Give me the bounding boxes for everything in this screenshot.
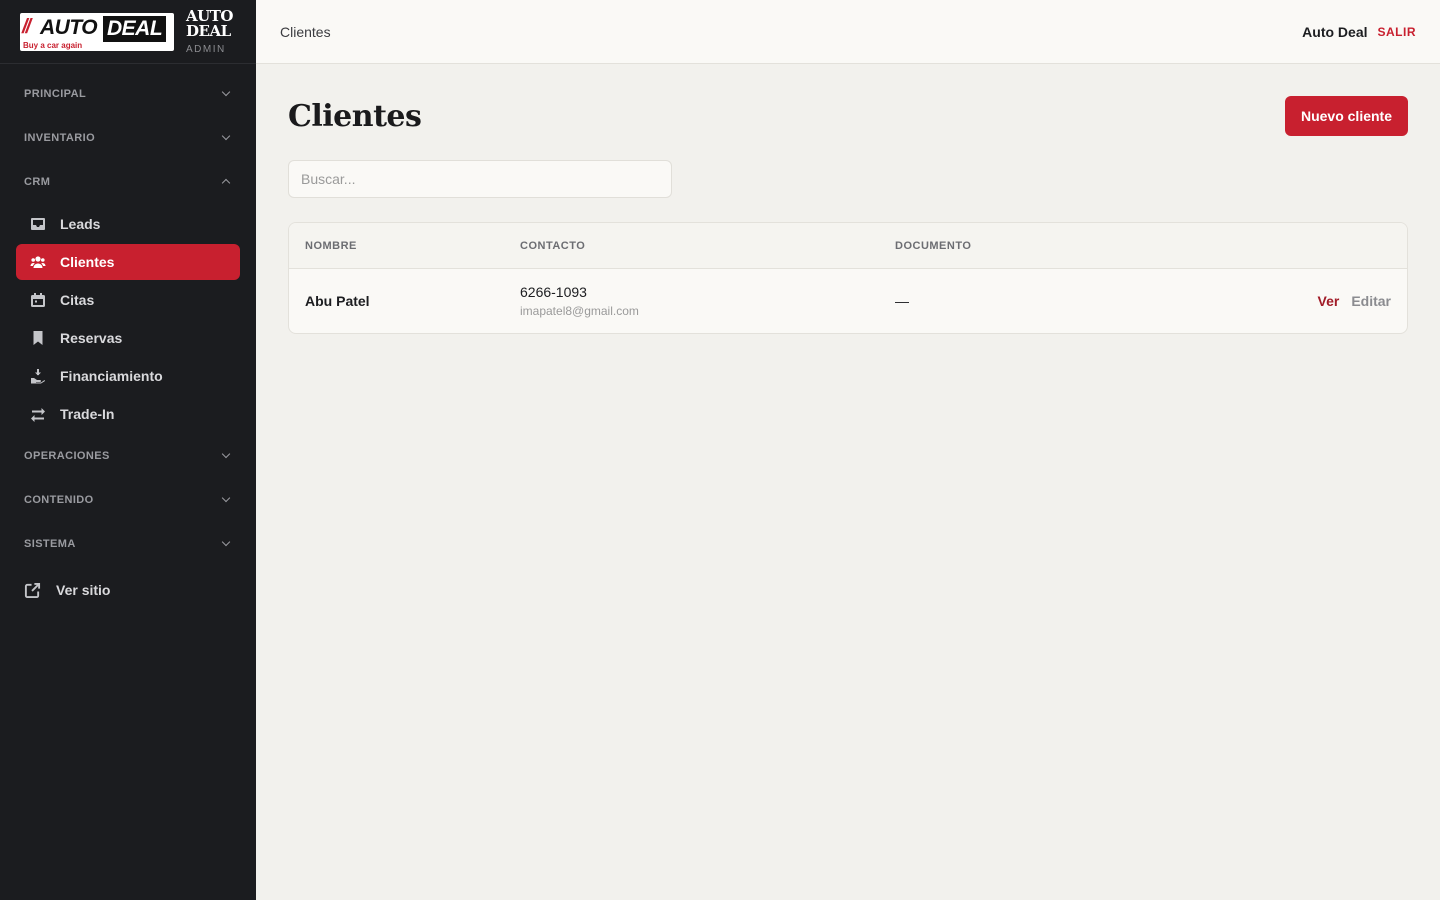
brand: // AUTO DEAL Buy a car again AUTO DEAL A… bbox=[0, 0, 256, 64]
exchange-icon bbox=[28, 404, 48, 424]
logo-auto: AUTO bbox=[40, 15, 98, 39]
brand-subtitle: ADMIN bbox=[186, 43, 226, 55]
sidebar-item-reservas[interactable]: Reservas bbox=[16, 320, 240, 356]
users-icon bbox=[28, 252, 48, 272]
sidebar-nav: PRINCIPAL INVENTARIO CRM Leads Clientes bbox=[0, 64, 256, 612]
user-name: Auto Deal bbox=[1302, 23, 1368, 40]
client-phone: 6266-1093 bbox=[520, 284, 587, 300]
sidebar-item-label: Reservas bbox=[60, 330, 123, 346]
breadcrumb: Clientes bbox=[280, 23, 331, 40]
client-email: imapatel8@gmail.com bbox=[520, 304, 639, 318]
search-input[interactable] bbox=[288, 160, 672, 198]
row-actions: Ver Editar bbox=[1195, 293, 1407, 309]
edit-client-link[interactable]: Editar bbox=[1351, 293, 1391, 309]
chevron-up-icon bbox=[220, 176, 232, 188]
main-content: Clientes Nuevo cliente NOMBRE CONTACTO D… bbox=[256, 64, 1440, 900]
client-document: — bbox=[895, 293, 909, 309]
chevron-down-icon bbox=[220, 88, 232, 100]
sidebar-item-label: Citas bbox=[60, 292, 95, 308]
sidebar-item-citas[interactable]: Citas bbox=[16, 282, 240, 318]
section-operaciones[interactable]: OPERACIONES bbox=[16, 434, 240, 478]
logo-deal: DEAL bbox=[103, 15, 167, 42]
autodeal-logo[interactable]: // AUTO DEAL Buy a car again bbox=[20, 12, 174, 51]
section-label: PRINCIPAL bbox=[24, 88, 87, 100]
page-title: Clientes bbox=[288, 98, 422, 134]
sidebar-item-financiamiento[interactable]: Financiamiento bbox=[16, 358, 240, 394]
section-inventario[interactable]: INVENTARIO bbox=[16, 116, 240, 160]
logo-slash: // bbox=[22, 15, 31, 38]
hand-coins-icon bbox=[28, 366, 48, 386]
section-label: SISTEMA bbox=[24, 538, 76, 550]
brand-title-line2: DEAL bbox=[186, 21, 231, 40]
table-header: NOMBRE CONTACTO DOCUMENTO bbox=[289, 223, 1407, 269]
crm-items: Leads Clientes Citas Reservas Financiami… bbox=[16, 206, 240, 432]
section-crm[interactable]: CRM bbox=[16, 160, 240, 204]
section-label: CRM bbox=[24, 176, 51, 188]
section-label: CONTENIDO bbox=[24, 494, 94, 506]
sidebar-item-leads[interactable]: Leads bbox=[16, 206, 240, 242]
logout-button[interactable]: SALIR bbox=[1378, 25, 1417, 39]
sidebar-item-label: Trade-In bbox=[60, 406, 115, 422]
clients-table: NOMBRE CONTACTO DOCUMENTO Abu Patel 6266… bbox=[288, 222, 1408, 334]
client-name: Abu Patel bbox=[305, 293, 370, 309]
chevron-down-icon bbox=[220, 538, 232, 550]
chevron-down-icon bbox=[220, 494, 232, 506]
calendar-icon bbox=[28, 290, 48, 310]
sidebar-item-clientes[interactable]: Clientes bbox=[16, 244, 240, 280]
chevron-down-icon bbox=[220, 132, 232, 144]
view-client-link[interactable]: Ver bbox=[1318, 293, 1340, 309]
column-header-contact: CONTACTO bbox=[520, 239, 586, 252]
section-label: INVENTARIO bbox=[24, 132, 96, 144]
column-header-document: DOCUMENTO bbox=[895, 239, 972, 252]
bookmark-icon bbox=[28, 328, 48, 348]
brand-text: AUTO DEAL ADMIN bbox=[186, 8, 233, 55]
sidebar-item-label: Clientes bbox=[60, 254, 115, 270]
view-site-link[interactable]: Ver sitio bbox=[16, 568, 240, 612]
sidebar-item-label: Financiamiento bbox=[60, 368, 163, 384]
topbar: Clientes Auto Deal SALIR bbox=[256, 0, 1440, 64]
section-sistema[interactable]: SISTEMA bbox=[16, 522, 240, 566]
external-link-icon bbox=[24, 582, 44, 599]
sidebar-item-trade-in[interactable]: Trade-In bbox=[16, 396, 240, 432]
logo-tagline: Buy a car again bbox=[23, 40, 83, 50]
view-site-label: Ver sitio bbox=[56, 582, 111, 598]
column-header-name: NOMBRE bbox=[305, 239, 357, 252]
section-contenido[interactable]: CONTENIDO bbox=[16, 478, 240, 522]
section-principal[interactable]: PRINCIPAL bbox=[16, 72, 240, 116]
chevron-down-icon bbox=[220, 450, 232, 462]
user-area: Auto Deal SALIR bbox=[1302, 24, 1416, 40]
page-header: Clientes Nuevo cliente bbox=[288, 96, 1408, 136]
table-row: Abu Patel 6266-1093 imapatel8@gmail.com … bbox=[289, 269, 1407, 333]
inbox-icon bbox=[28, 214, 48, 234]
sidebar: // AUTO DEAL Buy a car again AUTO DEAL A… bbox=[0, 0, 256, 900]
sidebar-item-label: Leads bbox=[60, 216, 101, 232]
new-client-button[interactable]: Nuevo cliente bbox=[1284, 96, 1408, 136]
section-label: OPERACIONES bbox=[24, 450, 110, 462]
client-contact: 6266-1093 imapatel8@gmail.com bbox=[520, 284, 895, 318]
